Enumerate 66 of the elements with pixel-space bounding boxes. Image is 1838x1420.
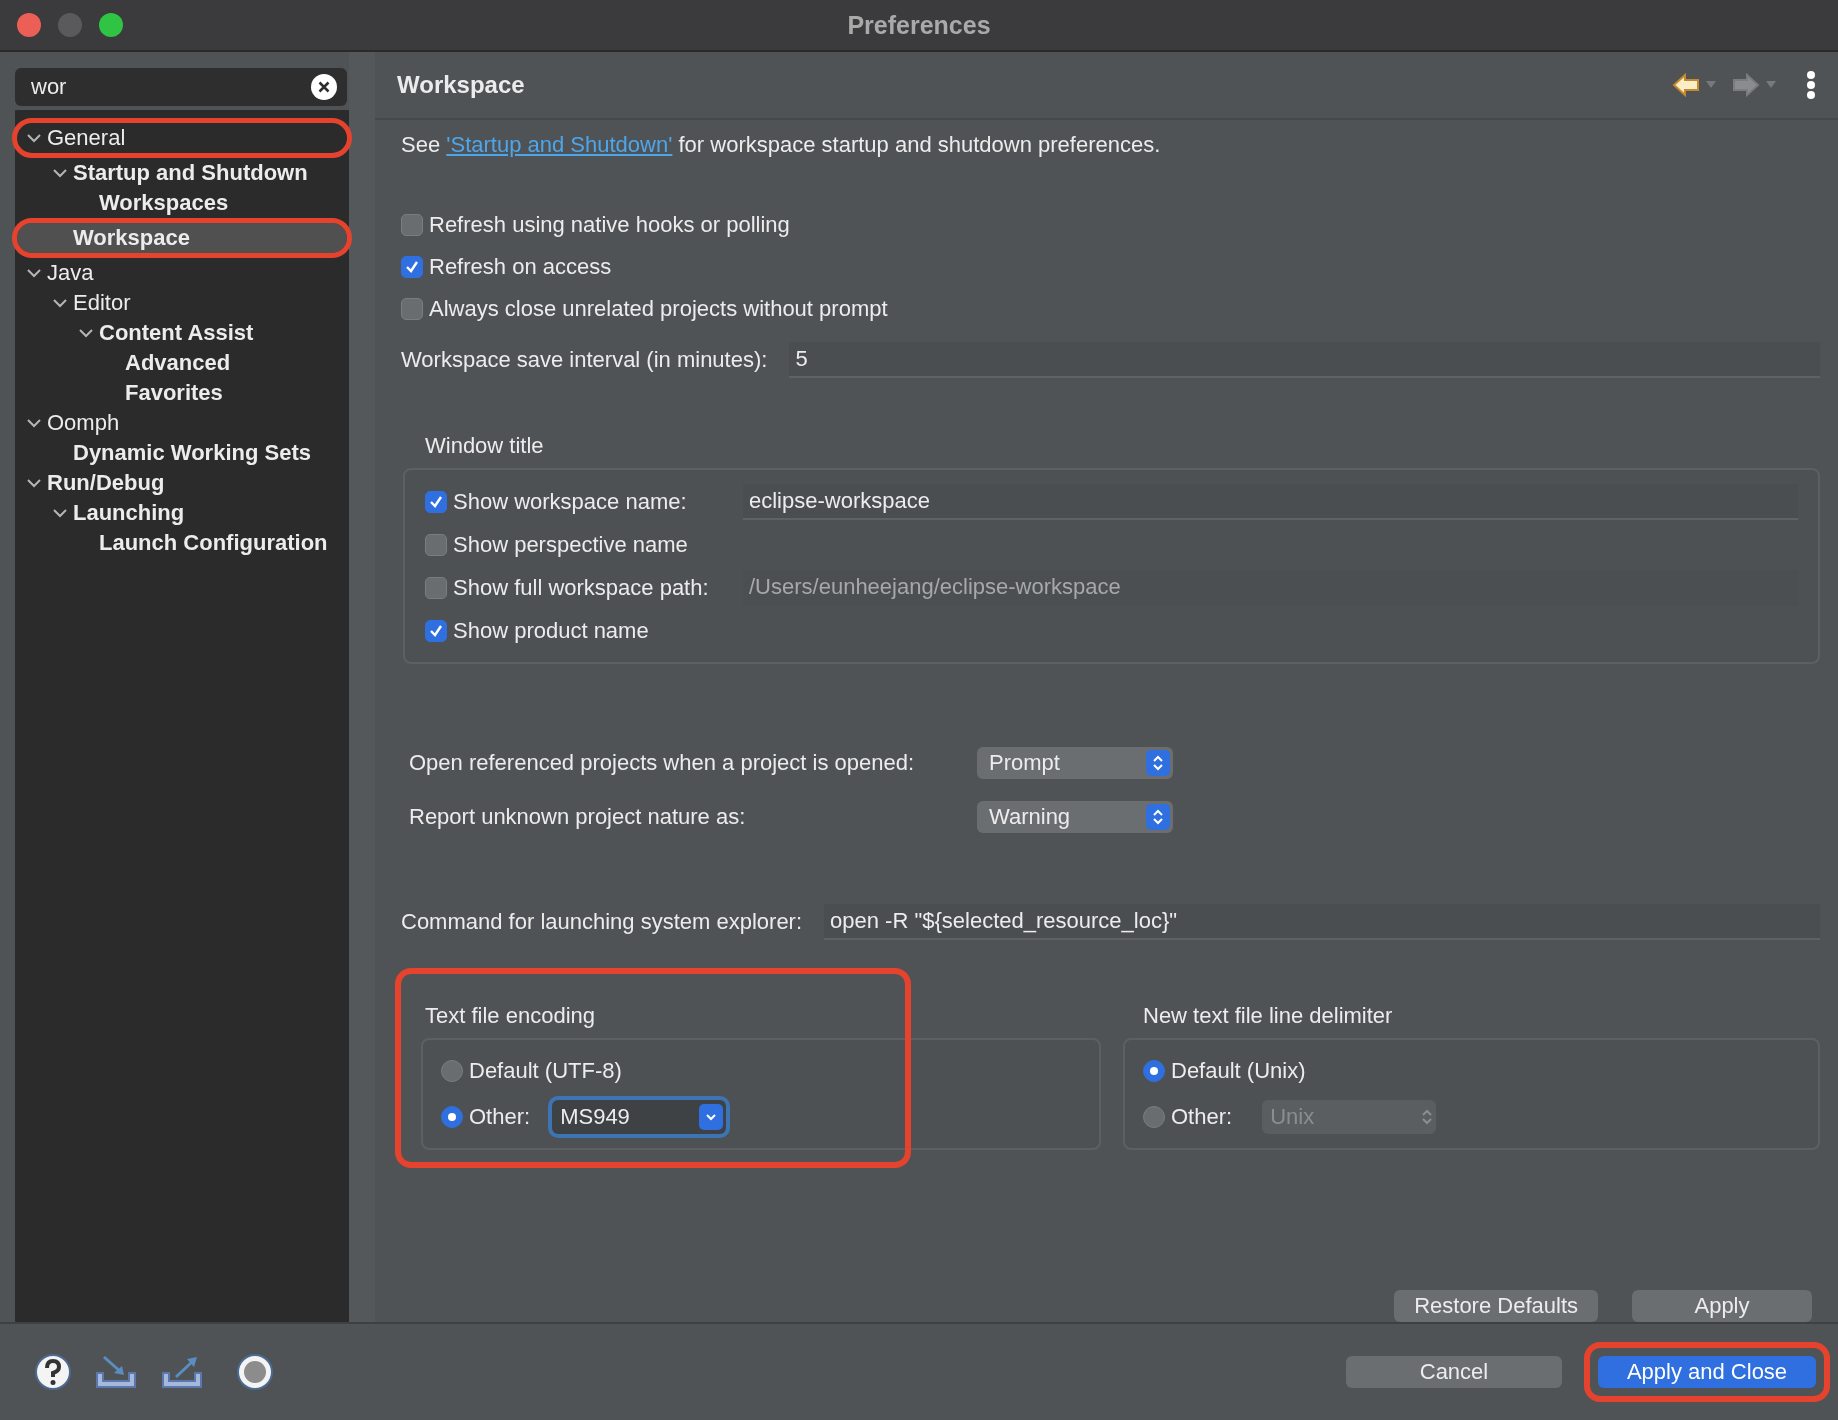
dialog-button[interactable]: Cancel: [1346, 1356, 1562, 1388]
window-title: Preferences: [847, 10, 991, 39]
radio-label: Default (UTF-8): [469, 1058, 622, 1084]
group-heading: Window title: [424, 432, 545, 460]
field-label: Workspace save interval (in minutes):: [401, 347, 768, 373]
checkbox-label: Show product name: [453, 617, 649, 644]
up-down-arrows-icon: [1152, 808, 1164, 826]
dropdown[interactable]: Prompt: [977, 747, 1173, 779]
caret-icon: [705, 1112, 718, 1122]
field-label: Report unknown project nature as:: [409, 804, 747, 830]
checkmark-icon: [404, 259, 420, 275]
group-heading: Text file encoding: [424, 1002, 596, 1030]
field-label: Open referenced projects when a project is opened:: [409, 750, 916, 776]
tree-item[interactable]: Launch Configuration: [17, 528, 347, 558]
tree-item[interactable]: Favorites: [17, 378, 347, 408]
radio-button[interactable]: [441, 1106, 463, 1128]
checkbox-label: Show perspective name: [453, 531, 688, 558]
tree-item[interactable]: Workspaces: [17, 188, 347, 218]
tree-item[interactable]: Startup and Shutdown: [17, 158, 347, 188]
checkbox[interactable]: [401, 214, 423, 236]
radio-button[interactable]: [1143, 1060, 1165, 1082]
checkbox[interactable]: [401, 256, 423, 278]
tree-item[interactable]: General: [17, 123, 347, 153]
checkbox-label: Refresh on access: [429, 254, 612, 280]
close-window-icon[interactable]: [17, 13, 41, 37]
checkbox-label: Show workspace name:: [453, 488, 687, 515]
tree-item[interactable]: Oomph: [17, 408, 347, 438]
checkbox[interactable]: [425, 619, 447, 642]
description-text: See 'Startup and Shutdown' for workspace startup and shutdown preferences.: [401, 132, 1162, 158]
checkbox-label: Refresh using native hooks or polling: [429, 212, 790, 238]
zoom-window-icon[interactable]: [99, 13, 123, 37]
radio-label: Other:: [1171, 1104, 1233, 1130]
record-icon[interactable]: [236, 1353, 274, 1391]
checkbox-label: Show full workspace path:: [453, 574, 709, 601]
tree-item[interactable]: Dynamic Working Sets: [17, 438, 347, 468]
radio-button[interactable]: [441, 1060, 463, 1082]
checkbox-label: Always close unrelated projects without prompt: [429, 296, 888, 322]
up-down-arrows-icon: [1152, 754, 1164, 772]
radio-label: Other:: [469, 1104, 531, 1130]
tree-item[interactable]: Run/Debug: [17, 468, 347, 498]
page-button[interactable]: Restore Defaults: [1394, 1290, 1598, 1322]
tree-item[interactable]: Java: [17, 258, 347, 288]
tree-item[interactable]: Launching: [17, 498, 347, 528]
checkbox[interactable]: [425, 533, 447, 556]
dropdown[interactable]: Warning: [977, 801, 1173, 833]
checkbox[interactable]: [401, 298, 423, 320]
radio-button[interactable]: [1143, 1106, 1165, 1128]
back-arrow-icon[interactable]: [1672, 73, 1700, 97]
tree-item[interactable]: Advanced: [17, 348, 347, 378]
page-button[interactable]: Apply: [1632, 1290, 1812, 1322]
more-icon[interactable]: [1806, 70, 1816, 100]
import-icon[interactable]: [94, 1353, 138, 1391]
field-label: Command for launching system explorer:: [401, 909, 803, 935]
input-field[interactable]: open -R "${selected_resource_loc}": [824, 904, 1820, 940]
up-down-arrows-icon: [1421, 1108, 1434, 1126]
filter-field[interactable]: wor: [15, 68, 347, 106]
tree-item[interactable]: Editor: [17, 288, 347, 318]
page-title: Workspace: [397, 71, 526, 99]
group-heading: New text file line delimiter: [1142, 1002, 1394, 1030]
clear-icon[interactable]: [311, 74, 337, 100]
tree-item[interactable]: Content Assist: [17, 318, 347, 348]
checkbox[interactable]: [425, 490, 447, 513]
input-field[interactable]: 5: [789, 342, 1820, 378]
radio-label: Default (Unix): [1171, 1058, 1306, 1084]
dialog-button[interactable]: Apply and Close: [1598, 1356, 1816, 1388]
help-icon[interactable]: [34, 1353, 72, 1391]
